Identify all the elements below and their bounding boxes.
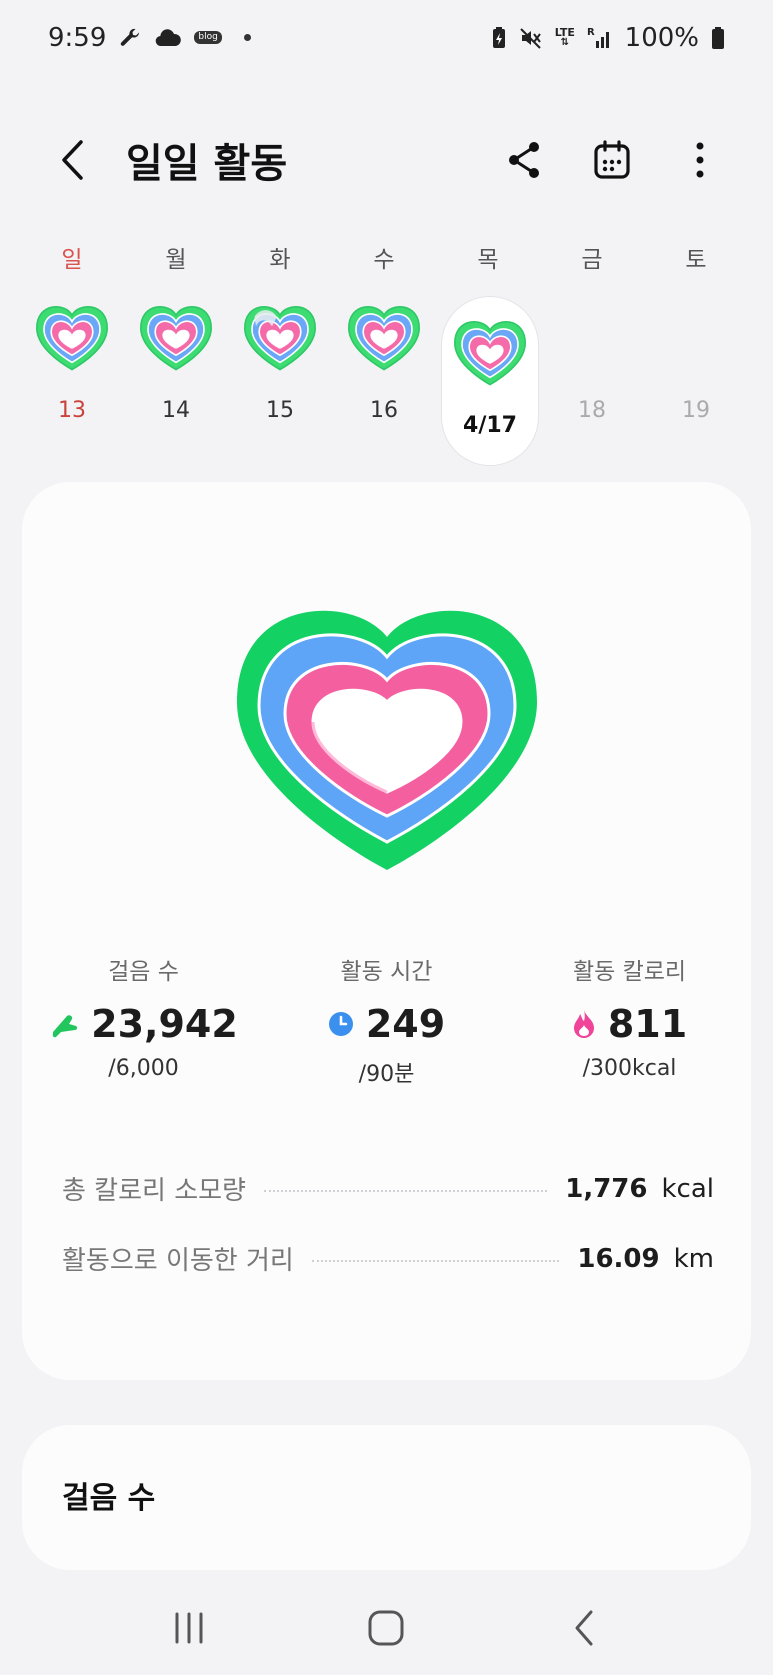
stat-goal: /90분 [358, 1062, 415, 1087]
wrench-icon [118, 26, 142, 50]
card-title: 걸음 수 [62, 1481, 156, 1516]
status-time: 9:59 [48, 22, 107, 53]
active-calories-stat[interactable]: 활동 칼로리 811 /300kcal [508, 952, 751, 1088]
more-options-button[interactable] [675, 135, 725, 185]
steps-stat[interactable]: 걸음 수 23,942 /6,000 [22, 952, 265, 1088]
calendar-button[interactable] [587, 135, 637, 185]
roaming-label: R [586, 26, 595, 38]
system-nav-bar [0, 1580, 773, 1675]
day-saturday[interactable]: 토 19 [646, 240, 746, 460]
back-icon [575, 1610, 593, 1645]
day-label: 토 [685, 247, 707, 273]
detail-unit: km [673, 1243, 714, 1274]
week-strip: 일 13 월 14 화 15 수 16 목 4/17 금 18 토 19 [22, 240, 752, 470]
calendar-icon [594, 140, 630, 179]
day-date: 19 [682, 398, 710, 423]
page-title: 일일 활동 [126, 141, 288, 187]
shoe-icon [52, 1015, 78, 1038]
share-icon [509, 142, 539, 178]
share-button[interactable] [499, 135, 549, 185]
status-right: LTE ⇅ R 100% [491, 23, 725, 53]
dotted-leader [263, 1189, 548, 1192]
header-actions [499, 135, 725, 185]
stat-value: 23,942 [91, 1002, 238, 1046]
stat-label: 걸음 수 [108, 959, 179, 985]
day-wednesday[interactable]: 수 16 [334, 240, 434, 460]
steps-card[interactable]: 걸음 수 [22, 1425, 751, 1570]
day-date: 4/17 [463, 413, 517, 438]
back-button[interactable] [48, 135, 98, 185]
detail-label: 총 칼로리 소모량 [62, 1176, 246, 1206]
activity-heart-icon [449, 311, 531, 391]
battery-percent: 100% [624, 22, 699, 53]
detail-label: 활동으로 이동한 거리 [62, 1246, 294, 1276]
stat-goal: /300kcal [582, 1056, 677, 1081]
flame-icon [573, 1010, 594, 1038]
detail-value: 16.09 [577, 1243, 660, 1274]
stat-value: 811 [607, 1002, 688, 1046]
detail-unit: kcal [661, 1173, 714, 1204]
stat-goal: /6,000 [108, 1056, 179, 1081]
day-label: 금 [581, 247, 603, 273]
day-label: 월 [165, 247, 187, 273]
active-time-stat[interactable]: 활동 시간 249 /90분 [265, 952, 508, 1088]
distance-row: 활동으로 이동한 거리 16.09 km [62, 1240, 714, 1277]
detail-value: 1,776 [565, 1173, 648, 1204]
stats-row: 걸음 수 23,942 /6,000 활동 시간 249 /90분 활동 칼로리… [22, 952, 751, 1088]
day-date: 16 [370, 398, 398, 423]
recent-apps-button[interactable] [159, 1598, 219, 1658]
cloud-icon [154, 28, 182, 48]
day-monday[interactable]: 월 14 [126, 240, 226, 460]
chevron-left-icon [62, 140, 83, 180]
daily-summary-card: 걸음 수 23,942 /6,000 활동 시간 249 /90분 활동 칼로리… [22, 482, 751, 1380]
clock-icon [328, 1012, 353, 1036]
day-date: 14 [162, 398, 190, 423]
day-label: 수 [373, 247, 395, 273]
back-nav-button[interactable] [554, 1598, 614, 1658]
activity-heart-icon [239, 296, 321, 376]
header: 일일 활동 [0, 120, 773, 200]
stat-label: 활동 시간 [340, 959, 433, 985]
activity-heart-icon [343, 296, 425, 376]
status-bar: 9:59 blog LTE ⇅ R 100% [0, 0, 773, 75]
day-date: 13 [58, 398, 86, 423]
signal-icon: R [587, 27, 613, 49]
battery-saver-icon [491, 26, 507, 50]
day-label: 일 [61, 247, 83, 273]
battery-icon [711, 26, 725, 50]
day-tuesday[interactable]: 화 15 [230, 240, 330, 460]
activity-heart-icon [135, 296, 217, 376]
activity-heart-icon [31, 296, 113, 376]
mute-icon [519, 26, 543, 50]
day-label: 화 [269, 247, 291, 273]
stat-value: 249 [365, 1002, 446, 1046]
blog-notification-icon: blog [194, 31, 222, 44]
network-indicator: LTE ⇅ [554, 26, 575, 48]
total-calories-row: 총 칼로리 소모량 1,776 kcal [62, 1170, 714, 1207]
day-thursday-selected[interactable]: 4/17 [442, 297, 538, 465]
more-notifications-dot [243, 34, 251, 41]
home-icon [368, 1610, 404, 1645]
more-vertical-icon [696, 142, 704, 178]
home-button[interactable] [356, 1598, 416, 1658]
recent-apps-icon [175, 1612, 203, 1643]
day-date: 18 [578, 398, 606, 423]
stat-label: 활동 칼로리 [572, 959, 687, 985]
day-date: 15 [266, 398, 294, 423]
day-sunday[interactable]: 일 13 [22, 240, 122, 460]
day-friday[interactable]: 금 18 [542, 240, 642, 460]
dotted-leader [311, 1259, 560, 1262]
activity-rings-heart-icon [229, 602, 545, 882]
day-label: 목 [477, 247, 499, 273]
status-left: 9:59 blog [48, 23, 251, 53]
